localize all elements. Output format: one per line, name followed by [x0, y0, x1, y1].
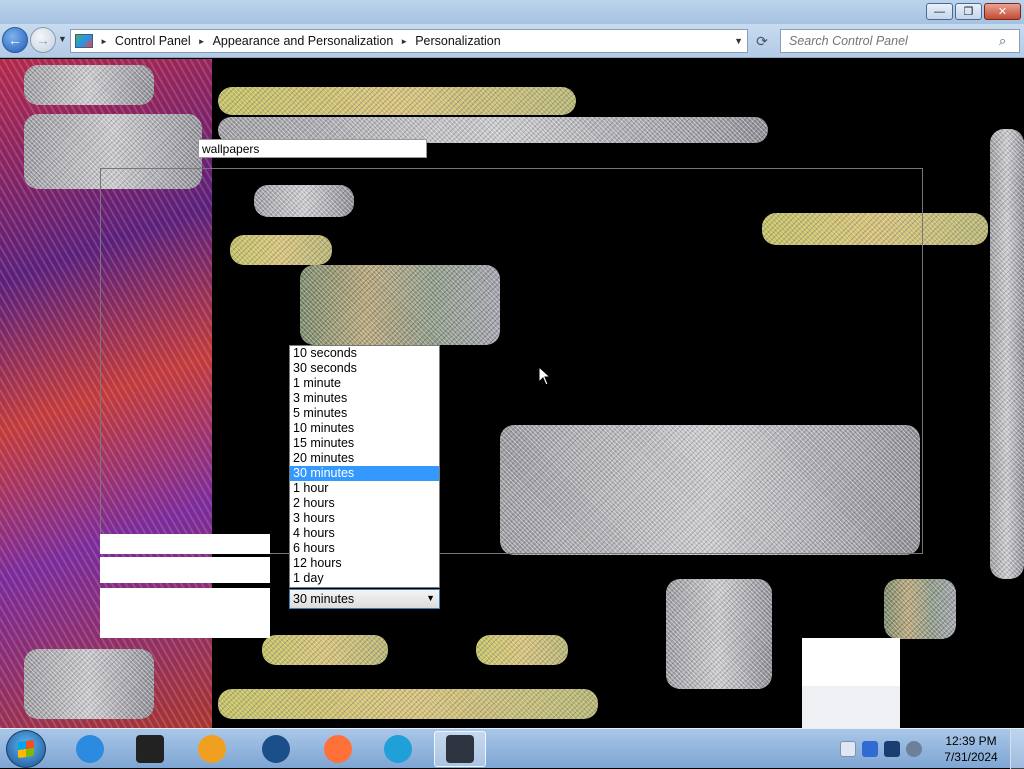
terminal-icon: [136, 735, 164, 763]
control-panel-icon: [446, 735, 474, 763]
interval-option[interactable]: 3 minutes: [290, 391, 439, 406]
search-box[interactable]: ⌕: [780, 29, 1020, 53]
mouse-cursor-icon: [538, 366, 552, 386]
address-dropdown-button[interactable]: ▼: [734, 36, 743, 46]
clock-date: 7/31/2024: [944, 750, 998, 764]
search-input[interactable]: [781, 34, 999, 48]
back-arrow-icon: ←: [8, 32, 22, 48]
interval-option[interactable]: 30 minutes: [290, 466, 439, 481]
show-hidden-icons-button[interactable]: [840, 741, 856, 757]
breadcrumb-appearance-personalization[interactable]: Appearance and Personalization: [213, 34, 394, 48]
maximize-icon: ❐: [963, 6, 974, 18]
internet-explorer-icon: [76, 735, 104, 763]
blank-panel: [802, 686, 900, 728]
forward-arrow-icon: →: [36, 32, 50, 48]
breadcrumb-control-panel[interactable]: Control Panel: [115, 34, 191, 48]
globe-icon: [262, 735, 290, 763]
interval-dropdown-list[interactable]: 10 seconds 30 seconds 1 minute 3 minutes 5 m…: [289, 345, 440, 588]
system-tray: [840, 735, 922, 763]
interval-option[interactable]: 20 minutes: [290, 451, 439, 466]
glitched-block: [24, 649, 154, 719]
media-player-icon: [198, 735, 226, 763]
recent-pages-dropdown[interactable]: ▼: [58, 34, 67, 44]
taskbar-app-terminal[interactable]: [124, 731, 176, 767]
network-icon[interactable]: [884, 741, 900, 757]
taskbar-app-media-player[interactable]: [186, 731, 238, 767]
start-button[interactable]: [6, 730, 46, 768]
breadcrumb-personalization[interactable]: Personalization: [415, 34, 500, 48]
blank-panel: [100, 588, 270, 638]
action-center-icon[interactable]: [862, 741, 878, 757]
firefox-icon: [324, 735, 352, 763]
interval-option[interactable]: 10 minutes: [290, 421, 439, 436]
edge-icon: [384, 735, 412, 763]
blank-panel: [802, 638, 900, 686]
interval-option[interactable]: 1 minute: [290, 376, 439, 391]
volume-icon[interactable]: [906, 741, 922, 757]
interval-option[interactable]: 30 seconds: [290, 361, 439, 376]
glitched-button: [476, 635, 568, 665]
refresh-button[interactable]: ⟳: [750, 29, 774, 53]
maximize-button[interactable]: ❐: [955, 3, 982, 20]
breadcrumb-separator[interactable]: ►: [198, 37, 206, 46]
glitched-link: [218, 689, 598, 719]
minimize-button[interactable]: —: [926, 3, 953, 20]
glitched-button: [262, 635, 388, 665]
wallpaper-folder-field[interactable]: wallpapers: [198, 139, 427, 158]
address-bar[interactable]: ► Control Panel ► Appearance and Persona…: [70, 29, 748, 53]
breadcrumb-separator[interactable]: ►: [100, 37, 108, 46]
interval-option[interactable]: 2 hours: [290, 496, 439, 511]
interval-option[interactable]: 1 hour: [290, 481, 439, 496]
taskbar-app-control-panel[interactable]: [434, 731, 486, 767]
glitched-icon: [884, 579, 956, 639]
interval-option[interactable]: 1 day: [290, 571, 439, 586]
clock[interactable]: 12:39 PM 7/31/2024: [940, 733, 1002, 765]
interval-option[interactable]: 3 hours: [290, 511, 439, 526]
taskbar-app-globe[interactable]: [250, 731, 302, 767]
glitched-scrollbar: [990, 129, 1024, 579]
taskbar-app-edge[interactable]: [372, 731, 424, 767]
personalization-content: wallpapers 10 seconds 30 seconds 1 minute 3…: [0, 59, 1024, 728]
interval-option[interactable]: 4 hours: [290, 526, 439, 541]
blank-panel: [100, 534, 270, 554]
forward-button[interactable]: →: [30, 27, 56, 53]
search-icon[interactable]: ⌕: [999, 33, 1019, 49]
interval-option[interactable]: 5 minutes: [290, 406, 439, 421]
slideshow-frame: [100, 168, 923, 554]
glitched-block: [24, 65, 154, 105]
blank-panel: [100, 557, 270, 583]
back-button[interactable]: ←: [2, 27, 28, 53]
refresh-icon: ⟳: [756, 32, 768, 49]
close-button[interactable]: ✕: [984, 3, 1021, 20]
window-title-bar[interactable]: — ❐ ✕: [0, 0, 1024, 24]
breadcrumb-separator[interactable]: ►: [400, 37, 408, 46]
taskbar: 12:39 PM 7/31/2024: [0, 728, 1024, 769]
clock-time: 12:39 PM: [945, 734, 997, 748]
interval-option[interactable]: 15 minutes: [290, 436, 439, 451]
close-icon: ✕: [997, 6, 1008, 18]
taskbar-app-firefox[interactable]: [312, 731, 364, 767]
interval-option[interactable]: 12 hours: [290, 556, 439, 571]
control-panel-icon: [75, 34, 93, 48]
chevron-down-icon: ▼: [426, 593, 435, 603]
interval-option[interactable]: 10 seconds: [290, 346, 439, 361]
interval-select[interactable]: 30 minutes ▼: [289, 589, 440, 609]
show-desktop-button[interactable]: [1010, 729, 1024, 769]
interval-selected-value: 30 minutes: [293, 592, 355, 606]
navigation-bar: ← → ▼ ► Control Panel ► Appearance and P…: [0, 24, 1024, 58]
interval-option[interactable]: 6 hours: [290, 541, 439, 556]
glitched-heading: [218, 87, 576, 115]
taskbar-app-internet-explorer[interactable]: [64, 731, 116, 767]
glitched-block: [666, 579, 772, 689]
minimize-icon: —: [934, 5, 945, 18]
